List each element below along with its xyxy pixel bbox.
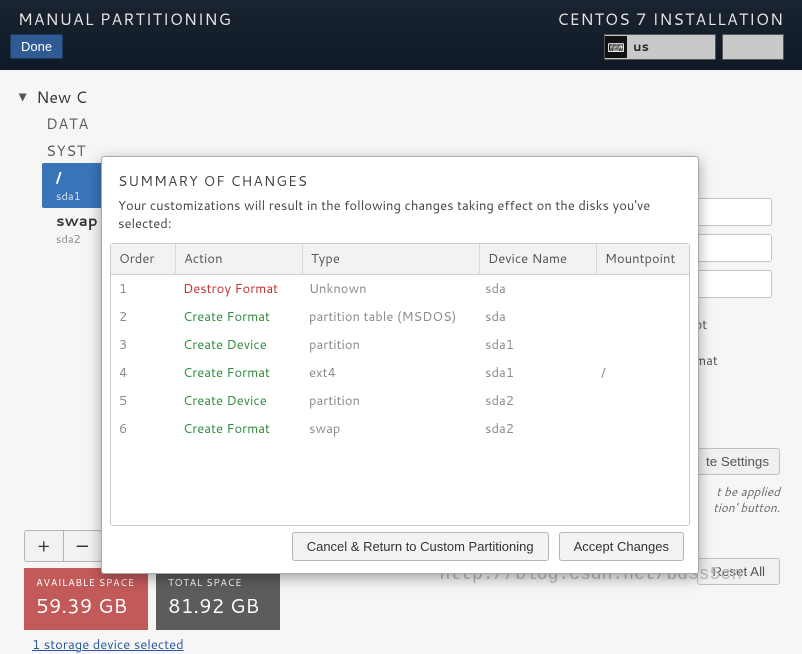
table-row[interactable]: 6Create Formatswapsda2 [111,415,689,443]
keyboard-icon: ⌨ [605,36,627,58]
page-title: MANUAL PARTITIONING [18,8,232,31]
chevron-down-icon: ▸ [13,93,36,101]
table-header-row: Order Action Type Device Name Mountpoint [111,244,689,275]
table-row[interactable]: 3Create Devicepartitionsda1 [111,331,689,359]
done-button[interactable]: Done [10,34,63,59]
install-expander[interactable]: ▸ New C [20,86,320,109]
dialog-title: SUMMARY OF CHANGES [102,157,698,193]
table-row[interactable]: 2Create Formatpartition table (MSDOS)sda [111,303,689,331]
col-device[interactable]: Device Name [480,244,597,275]
summary-of-changes-dialog: SUMMARY OF CHANGES Your customizations w… [101,156,699,574]
col-order[interactable]: Order [111,244,176,275]
col-action[interactable]: Action [176,244,303,275]
col-type[interactable]: Type [303,244,480,275]
topbar: MANUAL PARTITIONING CENTOS 7 INSTALLATIO… [0,0,802,70]
keyboard-layout-empty[interactable] [722,34,784,60]
expander-label: New C [36,86,86,109]
changes-table: Order Action Type Device Name Mountpoint… [110,243,690,526]
col-mount[interactable]: Mountpoint [597,244,690,275]
cancel-button[interactable]: Cancel & Return to Custom Partitioning [292,532,549,561]
body: ▸ New C DATA SYST / sda1 swap sda2 + − A… [0,70,802,599]
installer-title: CENTOS 7 INSTALLATION [557,8,784,31]
category-data: DATA [20,109,320,136]
storage-device-link[interactable]: 1 storage device selected [32,636,184,654]
keyboard-layout-label: us [633,38,649,56]
table-row[interactable]: 4Create Formatext4sda1/ [111,359,689,387]
accept-changes-button[interactable]: Accept Changes [559,532,684,561]
keyboard-layout-selector[interactable]: ⌨ us [604,34,716,60]
table-row[interactable]: 5Create Devicepartitionsda2 [111,387,689,415]
dialog-subtitle: Your customizations will result in the f… [102,193,698,243]
table-row[interactable]: 1Destroy FormatUnknownsda [111,275,689,303]
dialog-buttons: Cancel & Return to Custom Partitioning A… [292,532,684,561]
modal-overlay: SUMMARY OF CHANGES Your customizations w… [0,140,802,599]
